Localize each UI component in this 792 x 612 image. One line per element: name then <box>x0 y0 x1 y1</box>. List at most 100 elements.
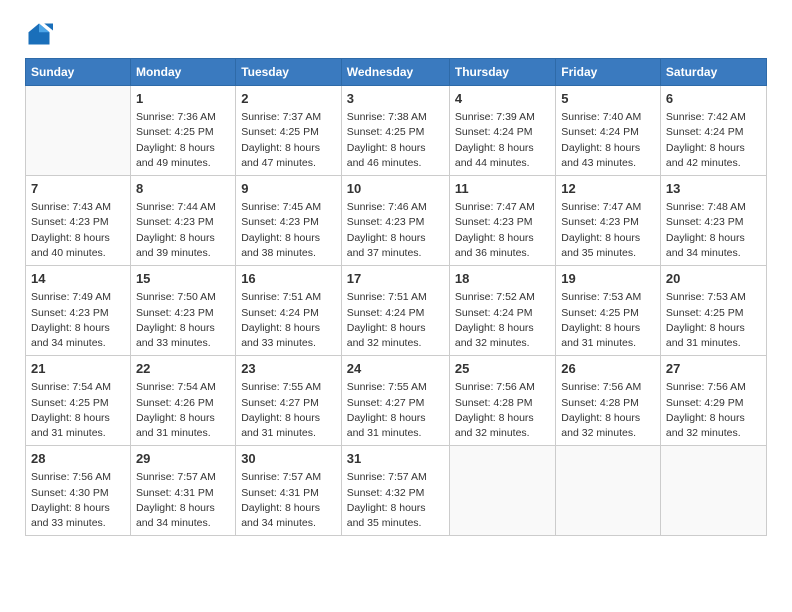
day-info: Sunrise: 7:54 AM Sunset: 4:25 PM Dayligh… <box>31 380 125 441</box>
day-info: Sunrise: 7:56 AM Sunset: 4:28 PM Dayligh… <box>561 380 655 441</box>
day-number: 14 <box>31 270 125 288</box>
table-row: 19 Sunrise: 7:53 AM Sunset: 4:25 PM Dayli… <box>556 266 661 356</box>
table-row: 8 Sunrise: 7:44 AM Sunset: 4:23 PM Daylig… <box>130 176 235 266</box>
day-number: 17 <box>347 270 444 288</box>
calendar-day-header: Saturday <box>660 59 766 86</box>
table-row: 12 Sunrise: 7:47 AM Sunset: 4:23 PM Dayli… <box>556 176 661 266</box>
table-row: 26 Sunrise: 7:56 AM Sunset: 4:28 PM Dayli… <box>556 356 661 446</box>
table-row: 23 Sunrise: 7:55 AM Sunset: 4:27 PM Dayli… <box>236 356 342 446</box>
day-number: 3 <box>347 90 444 108</box>
table-row: 5 Sunrise: 7:40 AM Sunset: 4:24 PM Daylig… <box>556 86 661 176</box>
day-number: 6 <box>666 90 761 108</box>
day-info: Sunrise: 7:53 AM Sunset: 4:25 PM Dayligh… <box>561 290 655 351</box>
day-number: 19 <box>561 270 655 288</box>
table-row: 28 Sunrise: 7:56 AM Sunset: 4:30 PM Dayli… <box>26 446 131 536</box>
day-info: Sunrise: 7:51 AM Sunset: 4:24 PM Dayligh… <box>241 290 336 351</box>
calendar-week-row: 21 Sunrise: 7:54 AM Sunset: 4:25 PM Dayli… <box>26 356 767 446</box>
table-row: 14 Sunrise: 7:49 AM Sunset: 4:23 PM Dayli… <box>26 266 131 356</box>
day-number: 2 <box>241 90 336 108</box>
table-row: 24 Sunrise: 7:55 AM Sunset: 4:27 PM Dayli… <box>341 356 449 446</box>
day-number: 24 <box>347 360 444 378</box>
day-info: Sunrise: 7:47 AM Sunset: 4:23 PM Dayligh… <box>455 200 550 261</box>
table-row <box>26 86 131 176</box>
day-number: 23 <box>241 360 336 378</box>
day-number: 4 <box>455 90 550 108</box>
table-row: 31Sunrise: 7:57 AM Sunset: 4:32 PM Dayli… <box>341 446 449 536</box>
day-number: 5 <box>561 90 655 108</box>
header <box>25 20 767 48</box>
table-row: 7 Sunrise: 7:43 AM Sunset: 4:23 PM Daylig… <box>26 176 131 266</box>
day-info: Sunrise: 7:56 AM Sunset: 4:30 PM Dayligh… <box>31 470 125 531</box>
table-row: 1Sunrise: 7:36 AM Sunset: 4:25 PM Daylig… <box>130 86 235 176</box>
day-number: 11 <box>455 180 550 198</box>
day-info: Sunrise: 7:57 AM Sunset: 4:31 PM Dayligh… <box>241 470 336 531</box>
day-number: 21 <box>31 360 125 378</box>
day-info: Sunrise: 7:42 AM Sunset: 4:24 PM Dayligh… <box>666 110 761 171</box>
day-info: Sunrise: 7:46 AM Sunset: 4:23 PM Dayligh… <box>347 200 444 261</box>
table-row <box>556 446 661 536</box>
day-info: Sunrise: 7:40 AM Sunset: 4:24 PM Dayligh… <box>561 110 655 171</box>
calendar-day-header: Thursday <box>449 59 555 86</box>
table-row <box>449 446 555 536</box>
day-info: Sunrise: 7:57 AM Sunset: 4:31 PM Dayligh… <box>136 470 230 531</box>
day-number: 8 <box>136 180 230 198</box>
calendar-day-header: Monday <box>130 59 235 86</box>
calendar-day-header: Tuesday <box>236 59 342 86</box>
day-number: 27 <box>666 360 761 378</box>
day-info: Sunrise: 7:56 AM Sunset: 4:29 PM Dayligh… <box>666 380 761 441</box>
table-row: 13Sunrise: 7:48 AM Sunset: 4:23 PM Dayli… <box>660 176 766 266</box>
day-number: 29 <box>136 450 230 468</box>
table-row: 27 Sunrise: 7:56 AM Sunset: 4:29 PM Dayli… <box>660 356 766 446</box>
day-number: 25 <box>455 360 550 378</box>
day-info: Sunrise: 7:44 AM Sunset: 4:23 PM Dayligh… <box>136 200 230 261</box>
table-row: 22Sunrise: 7:54 AM Sunset: 4:26 PM Dayli… <box>130 356 235 446</box>
day-number: 7 <box>31 180 125 198</box>
table-row: 21 Sunrise: 7:54 AM Sunset: 4:25 PM Dayli… <box>26 356 131 446</box>
day-info: Sunrise: 7:49 AM Sunset: 4:23 PM Dayligh… <box>31 290 125 351</box>
calendar-week-row: 14 Sunrise: 7:49 AM Sunset: 4:23 PM Dayli… <box>26 266 767 356</box>
day-number: 16 <box>241 270 336 288</box>
day-number: 20 <box>666 270 761 288</box>
table-row: 4Sunrise: 7:39 AM Sunset: 4:24 PM Daylig… <box>449 86 555 176</box>
day-number: 10 <box>347 180 444 198</box>
logo <box>25 20 57 48</box>
day-info: Sunrise: 7:55 AM Sunset: 4:27 PM Dayligh… <box>241 380 336 441</box>
table-row <box>660 446 766 536</box>
table-row: 17Sunrise: 7:51 AM Sunset: 4:24 PM Dayli… <box>341 266 449 356</box>
calendar-week-row: 1Sunrise: 7:36 AM Sunset: 4:25 PM Daylig… <box>26 86 767 176</box>
table-row: 16 Sunrise: 7:51 AM Sunset: 4:24 PM Dayli… <box>236 266 342 356</box>
day-info: Sunrise: 7:47 AM Sunset: 4:23 PM Dayligh… <box>561 200 655 261</box>
day-info: Sunrise: 7:43 AM Sunset: 4:23 PM Dayligh… <box>31 200 125 261</box>
day-info: Sunrise: 7:38 AM Sunset: 4:25 PM Dayligh… <box>347 110 444 171</box>
day-info: Sunrise: 7:53 AM Sunset: 4:25 PM Dayligh… <box>666 290 761 351</box>
day-number: 1 <box>136 90 230 108</box>
day-number: 26 <box>561 360 655 378</box>
table-row: 11 Sunrise: 7:47 AM Sunset: 4:23 PM Dayli… <box>449 176 555 266</box>
day-number: 15 <box>136 270 230 288</box>
calendar-day-header: Wednesday <box>341 59 449 86</box>
day-info: Sunrise: 7:52 AM Sunset: 4:24 PM Dayligh… <box>455 290 550 351</box>
table-row: 6 Sunrise: 7:42 AM Sunset: 4:24 PM Daylig… <box>660 86 766 176</box>
calendar-week-row: 28 Sunrise: 7:56 AM Sunset: 4:30 PM Dayli… <box>26 446 767 536</box>
day-number: 18 <box>455 270 550 288</box>
table-row: 18 Sunrise: 7:52 AM Sunset: 4:24 PM Dayli… <box>449 266 555 356</box>
calendar-week-row: 7 Sunrise: 7:43 AM Sunset: 4:23 PM Daylig… <box>26 176 767 266</box>
calendar-day-header: Sunday <box>26 59 131 86</box>
table-row: 2 Sunrise: 7:37 AM Sunset: 4:25 PM Daylig… <box>236 86 342 176</box>
day-number: 22 <box>136 360 230 378</box>
calendar-header-row: SundayMondayTuesdayWednesdayThursdayFrid… <box>26 59 767 86</box>
day-number: 31 <box>347 450 444 468</box>
page: SundayMondayTuesdayWednesdayThursdayFrid… <box>0 0 792 612</box>
day-number: 9 <box>241 180 336 198</box>
table-row: 15 Sunrise: 7:50 AM Sunset: 4:23 PM Dayli… <box>130 266 235 356</box>
day-info: Sunrise: 7:55 AM Sunset: 4:27 PM Dayligh… <box>347 380 444 441</box>
day-number: 12 <box>561 180 655 198</box>
table-row: 10 Sunrise: 7:46 AM Sunset: 4:23 PM Dayli… <box>341 176 449 266</box>
table-row: 25Sunrise: 7:56 AM Sunset: 4:28 PM Dayli… <box>449 356 555 446</box>
day-info: Sunrise: 7:48 AM Sunset: 4:23 PM Dayligh… <box>666 200 761 261</box>
day-info: Sunrise: 7:50 AM Sunset: 4:23 PM Dayligh… <box>136 290 230 351</box>
day-info: Sunrise: 7:37 AM Sunset: 4:25 PM Dayligh… <box>241 110 336 171</box>
day-number: 28 <box>31 450 125 468</box>
calendar-table: SundayMondayTuesdayWednesdayThursdayFrid… <box>25 58 767 536</box>
day-info: Sunrise: 7:45 AM Sunset: 4:23 PM Dayligh… <box>241 200 336 261</box>
